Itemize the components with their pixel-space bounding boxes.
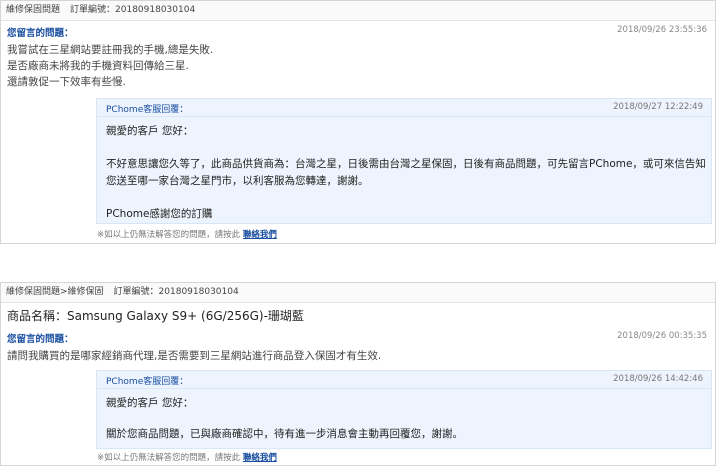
question-category: 維修保固問題 (6, 5, 61, 15)
question-line: 我嘗試在三星網站要註冊我的手機,總是失敗. (7, 44, 214, 56)
reply-body: 親愛的客戶 您好： 關於您商品問題，已與廠商確認中，待有進一步消息會主動再回覆您… (97, 389, 711, 443)
reply-date: 2018/09/26 14:42:46 (613, 374, 703, 384)
order-number: 訂單編號：20180918030104 (70, 5, 196, 15)
question-label: 您留言的問題： (7, 28, 74, 39)
qa-card-1: 維修保固問題 訂單編號：20180918030104 您留言的問題： 2018/0… (0, 0, 716, 244)
card-header: 維修保固問題>維修保固 訂單編號：20180918030104 (1, 283, 715, 303)
reply-header: PChome客服回覆： 2018/09/26 14:42:46 (97, 371, 711, 389)
contact-us-link[interactable]: 聯絡我們 (243, 230, 277, 240)
footnote: ※如以上仍無法解答您的問題，請按此 聯絡我們 (97, 451, 277, 463)
question-category: 維修保固問題>維修保固 (6, 287, 104, 297)
footnote-text: ※如以上仍無法解答您的問題，請按此 (97, 453, 241, 463)
reply-box: PChome客服回覆： 2018/09/26 14:42:46 親愛的客戶 您好… (96, 370, 712, 449)
reply-box: PChome客服回覆： 2018/09/27 12:22:49 親愛的客戶 您好… (96, 98, 712, 224)
question-label: 您留言的問題： (7, 334, 74, 345)
reply-header: PChome客服回覆： 2018/09/27 12:22:49 (97, 99, 711, 117)
reply-thanks: PChome感謝您的訂購 (106, 208, 213, 220)
reply-label: PChome客服回覆： (106, 105, 189, 115)
question-body: 我嘗試在三星網站要註冊我的手機,總是失敗. 是否廠商未將我的手機資料回傳給三星.… (1, 39, 715, 90)
reply-greeting: 親愛的客戶 您好： (106, 125, 194, 137)
question-body: 請問我購買的是哪家經銷商代理,是否需要到三星網站進行商品登入保固才有生效. (1, 345, 715, 364)
reply-text: 不好意思讓您久等了，此商品供貨商為：台灣之星，日後需由台灣之星保固，日後有商品問… (106, 158, 706, 187)
reply-greeting: 親愛的客戶 您好： (106, 397, 194, 409)
question-line: 請問我購買的是哪家經銷商代理,是否需要到三星網站進行商品登入保固才有生效. (7, 350, 382, 362)
product-name: 商品名稱：Samsung Galaxy S9+ (6G/256G)-珊瑚藍 (7, 309, 304, 323)
contact-us-link[interactable]: 聯絡我們 (243, 453, 277, 463)
footnote: ※如以上仍無法解答您的問題，請按此 聯絡我們 (97, 228, 277, 240)
reply-text: 關於您商品問題，已與廠商確認中，待有進一步消息會主動再回覆您，謝謝。 (106, 428, 463, 440)
question-header: 您留言的問題： 2018/09/26 23:55:36 (1, 21, 715, 39)
reply-label: PChome客服回覆： (106, 377, 189, 387)
reply-body: 親愛的客戶 您好： 不好意思讓您久等了，此商品供貨商為：台灣之星，日後需由台灣之… (97, 117, 711, 223)
footnote-text: ※如以上仍無法解答您的問題，請按此 (97, 230, 241, 240)
question-line: 是否廠商未將我的手機資料回傳給三星. (7, 60, 189, 72)
question-date: 2018/09/26 23:55:36 (617, 25, 707, 35)
question-header: 您留言的問題： 2018/09/26 00:35:35 (1, 327, 715, 345)
reply-date: 2018/09/27 12:22:49 (613, 102, 703, 112)
card-header: 維修保固問題 訂單編號：20180918030104 (1, 1, 715, 21)
order-number: 訂單編號：20180918030104 (113, 287, 239, 297)
question-line: 還請敦促一下效率有些慢. (7, 76, 126, 88)
qa-card-2: 維修保固問題>維修保固 訂單編號：20180918030104 商品名稱：Sams… (0, 282, 716, 466)
question-date: 2018/09/26 00:35:35 (617, 331, 707, 341)
